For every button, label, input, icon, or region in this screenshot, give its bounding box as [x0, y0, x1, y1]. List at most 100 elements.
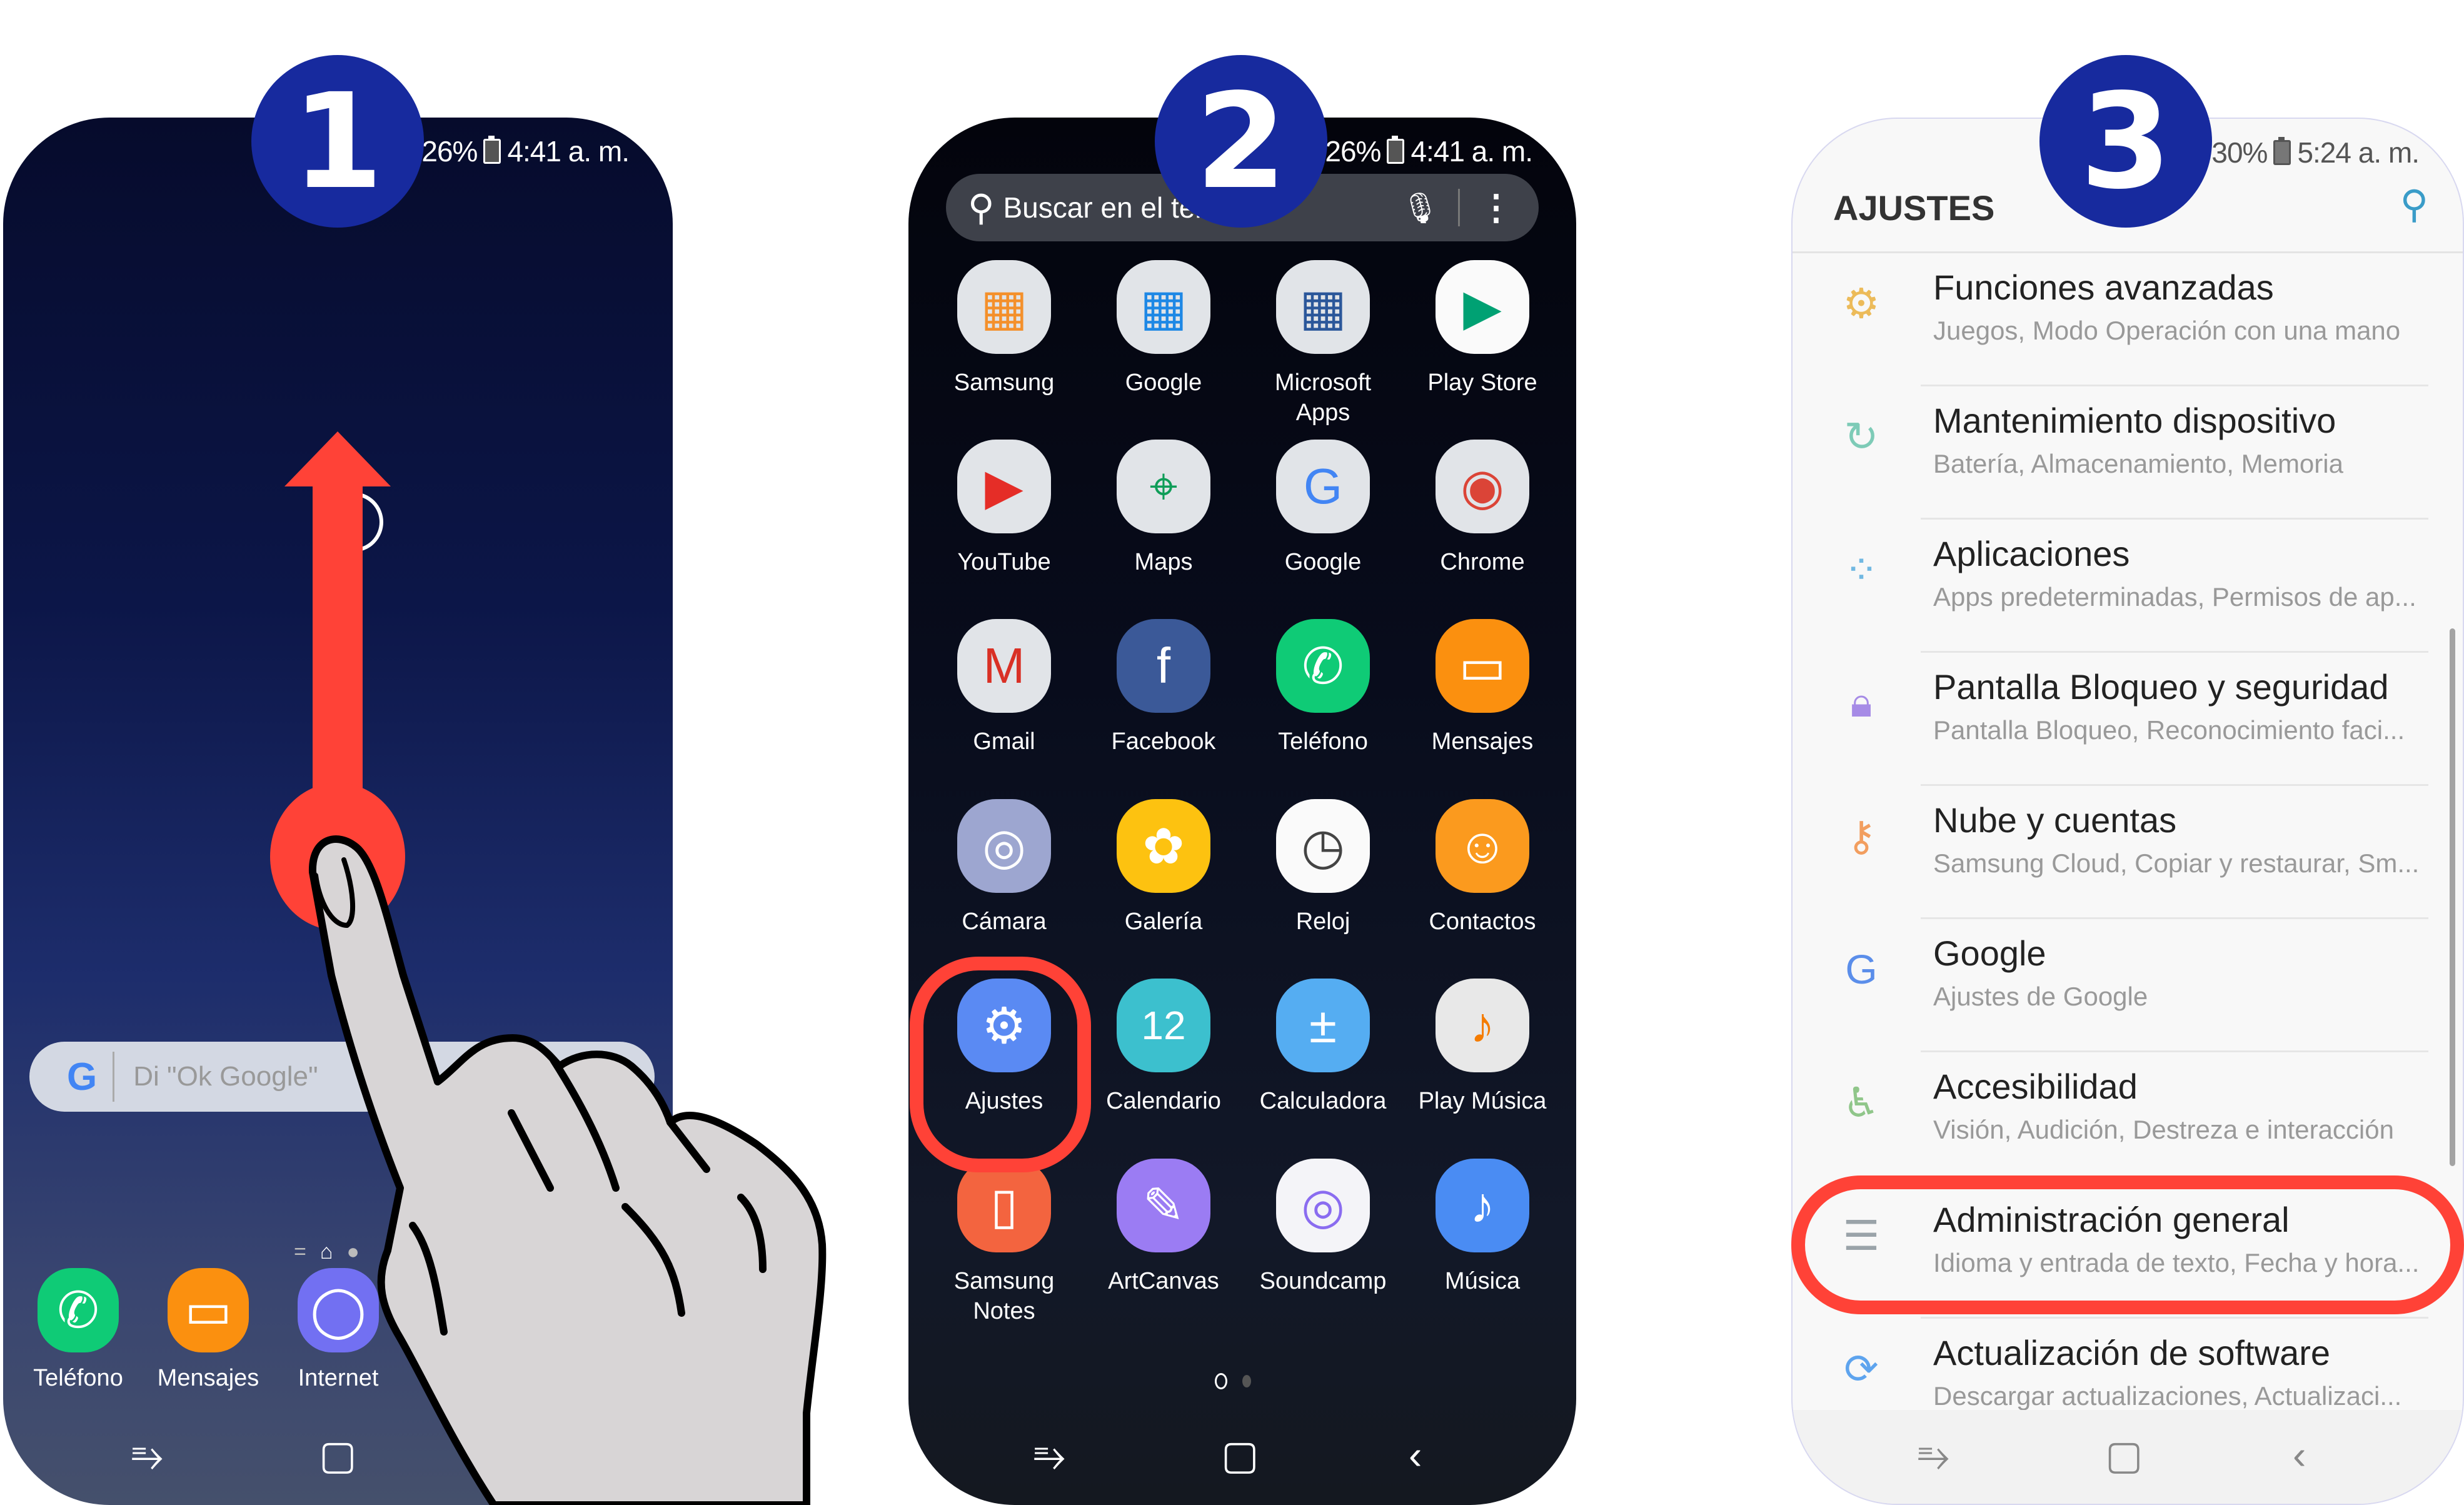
app-play-store[interactable]: ▶ Play Store	[1404, 260, 1561, 398]
settings-item-title: Funciones avanzadas	[1933, 268, 2274, 307]
gmail-icon: M	[957, 619, 1051, 713]
app-label: Calendario	[1106, 1088, 1221, 1114]
app-label: Contactos	[1429, 909, 1536, 935]
google-g-icon: G	[1845, 946, 1878, 992]
app-soundcamp[interactable]: ◎ Soundcamp	[1245, 1159, 1401, 1296]
message-icon: ▭	[1436, 619, 1529, 713]
app-facebook[interactable]: f Facebook	[1085, 619, 1242, 757]
refresh-circle-icon: ↻	[1844, 413, 1879, 460]
app-galería[interactable]: ✿ Galería	[1085, 799, 1242, 937]
soundcamp-icon: ◎	[1276, 1159, 1370, 1252]
app-mensajes[interactable]: ▭ Mensajes	[1404, 619, 1561, 757]
app-label: Teléfono	[1278, 728, 1368, 755]
app-calendario[interactable]: 12 Calendario	[1085, 979, 1242, 1116]
settings-item-aplicaciones[interactable]: ⁘ Aplicaciones Apps predeterminadas, Permi…	[1793, 520, 2463, 653]
app-label: Microsoft Apps	[1274, 370, 1372, 426]
app-google[interactable]: ▦ Google	[1085, 260, 1242, 398]
home-icon[interactable]: ▢	[2105, 1432, 2143, 1479]
app-label: Play Store	[1427, 370, 1537, 396]
app-label: Mensajes	[1431, 728, 1534, 755]
app-samsung-notes[interactable]: ▯ Samsung Notes	[926, 1159, 1082, 1326]
app-label: Gmail	[973, 728, 1035, 755]
app-label: Maps	[1134, 549, 1193, 575]
chrome-icon: ◉	[1436, 440, 1529, 533]
app-google[interactable]: G Google	[1245, 440, 1401, 577]
status-bar: 26% 4:41 a. m.	[1325, 126, 1533, 176]
settings-item-title: Pantalla Bloqueo y seguridad	[1933, 667, 2389, 707]
page-dot-active	[1215, 1373, 1227, 1389]
lock-icon: 🔒︎	[1850, 678, 1873, 725]
battery-percent: 30%	[2211, 136, 2268, 169]
app-samsung[interactable]: ▦ Samsung	[926, 260, 1082, 398]
settings-item-title: Aplicaciones	[1933, 534, 2130, 573]
settings-item-subtitle: Ajustes de Google	[1933, 982, 2148, 1011]
gear-plus-icon: ⚙	[1843, 279, 1880, 326]
app-label: Galería	[1124, 909, 1203, 935]
google-folder-icon: ▦	[1117, 260, 1210, 354]
clock-icon: ◷	[1276, 799, 1370, 893]
music-icon: ♪	[1436, 1159, 1529, 1252]
app-label: ArtCanvas	[1108, 1268, 1219, 1294]
page-dot	[1242, 1375, 1251, 1387]
highlight-ajustes	[910, 957, 1091, 1172]
clock-time: 4:41 a. m.	[1411, 135, 1533, 168]
highlight-administracion-general	[1791, 1175, 2464, 1314]
app-artcanvas[interactable]: ✎ ArtCanvas	[1085, 1159, 1242, 1296]
app-música[interactable]: ♪ Música	[1404, 1159, 1561, 1296]
maps-icon: ⌖	[1117, 440, 1210, 533]
settings-item-pantalla-bloqueo-y-seguridad[interactable]: 🔒︎ Pantalla Bloqueo y seguridad Pantalla B…	[1793, 653, 2463, 786]
settings-item-title: Google	[1933, 934, 2046, 973]
settings-item-title: Nube y cuentas	[1933, 800, 2177, 840]
microphone-icon[interactable]: 🎙	[1401, 190, 1439, 226]
more-options-icon[interactable]: ⋮	[1479, 187, 1514, 228]
back-icon[interactable]: ‹	[1409, 1430, 1422, 1480]
calendar-icon: 12	[1117, 979, 1210, 1072]
app-label: Google	[1284, 549, 1362, 575]
recents-icon[interactable]: ⥱	[1033, 1430, 1065, 1480]
settings-item-title: Accesibilidad	[1933, 1067, 2138, 1106]
settings-item-subtitle: Batería, Almacenamiento, Memoria	[1933, 449, 2343, 478]
contacts-icon: ☺	[1436, 799, 1529, 893]
settings-item-google[interactable]: G Google Ajustes de Google	[1793, 919, 2463, 1052]
settings-item-accesibilidad[interactable]: ♿︎ Accesibilidad Visión, Audición, Destrez…	[1793, 1052, 2463, 1185]
app-gmail[interactable]: M Gmail	[926, 619, 1082, 757]
divider	[1458, 189, 1460, 226]
phone-icon: ✆	[1276, 619, 1370, 713]
app-calculadora[interactable]: ± Calculadora	[1245, 979, 1401, 1116]
status-bar: 30% 5:24 a. m.	[2211, 128, 2420, 178]
app-reloj[interactable]: ◷ Reloj	[1245, 799, 1401, 937]
samsung-folder-icon: ▦	[957, 260, 1051, 354]
page-indicator	[1215, 1373, 1251, 1389]
artcanvas-icon: ✎	[1117, 1159, 1210, 1252]
page-title: AJUSTES	[1833, 188, 1995, 228]
app-chrome[interactable]: ◉ Chrome	[1404, 440, 1561, 577]
app-play-música[interactable]: ♪ Play Música	[1404, 979, 1561, 1116]
search-icon[interactable]: ⚲	[2400, 181, 2428, 227]
settings-item-nube-y-cuentas[interactable]: ⚷ Nube y cuentas Samsung Cloud, Copiar y r…	[1793, 786, 2463, 919]
play-music-icon: ♪	[1436, 979, 1529, 1072]
apps-grid-icon: ⁘	[1844, 546, 1879, 593]
app-contactos[interactable]: ☺ Contactos	[1404, 799, 1561, 937]
app-label: Chrome	[1440, 549, 1525, 575]
app-cámara[interactable]: ◎ Cámara	[926, 799, 1082, 937]
hand-pointer-icon	[308, 835, 827, 1505]
back-icon[interactable]: ‹	[2293, 1432, 2306, 1478]
app-label: Samsung Notes	[953, 1268, 1055, 1324]
app-youtube[interactable]: ▶ YouTube	[926, 440, 1082, 577]
facebook-icon: f	[1117, 619, 1210, 713]
step-badge-1: 1	[251, 55, 424, 228]
step-badge-2: 2	[1155, 55, 1327, 228]
settings-item-subtitle: Visión, Audición, Destreza e interacción	[1933, 1115, 2394, 1144]
gesture-overlay	[270, 431, 827, 1505]
app-label: Samsung	[953, 370, 1055, 396]
app-label: Calculadora	[1259, 1088, 1387, 1114]
app-maps[interactable]: ⌖ Maps	[1085, 440, 1242, 577]
settings-item-mantenimiento-dispositivo[interactable]: ↻ Mantenimiento dispositivo Batería, Almac…	[1793, 386, 2463, 520]
recents-icon[interactable]: ⥱	[1918, 1432, 1949, 1479]
scrollbar[interactable]	[2450, 628, 2455, 1166]
app-teléfono[interactable]: ✆ Teléfono	[1245, 619, 1401, 757]
app-microsoft-apps[interactable]: ▦ Microsoft Apps	[1245, 260, 1401, 428]
app-label: Google	[1125, 370, 1202, 396]
home-icon[interactable]: ▢	[1221, 1430, 1259, 1480]
settings-item-funciones-avanzadas[interactable]: ⚙ Funciones avanzadas Juegos, Modo Operaci…	[1793, 253, 2463, 386]
